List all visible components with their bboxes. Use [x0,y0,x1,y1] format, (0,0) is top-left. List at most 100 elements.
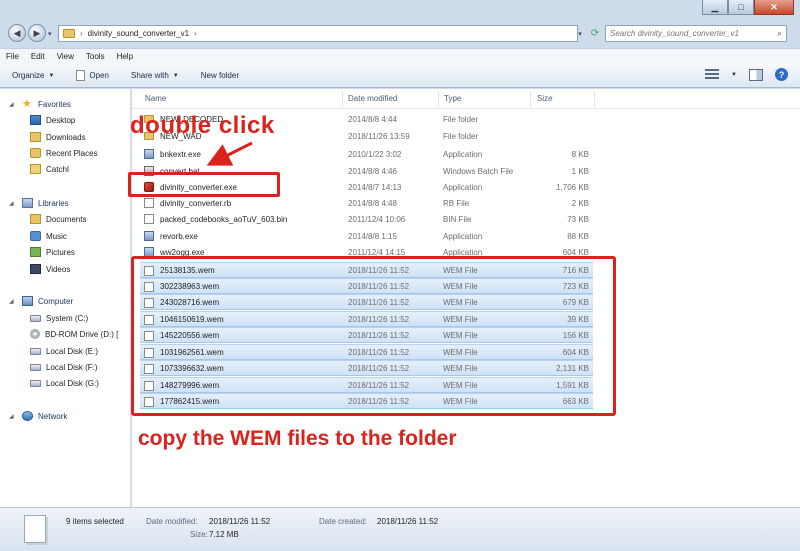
new-folder-button[interactable]: New folder [201,71,239,80]
date-modified-value: 2018/11/26 11:52 [209,517,271,526]
menu-edit[interactable]: Edit [31,52,45,61]
nav-label: Local Disk (E:) [46,346,99,356]
expand-arrow-icon[interactable]: ◢ [9,413,14,420]
nav-network[interactable]: Network [22,409,67,423]
nav-downloads[interactable]: Downloads [30,130,86,144]
libraries-icon [22,198,33,208]
breadcrumb-chevron-icon[interactable]: › [80,29,83,38]
videos-icon [30,264,41,274]
menu-tools[interactable]: Tools [86,52,105,61]
address-bar: ◀ ▶ ▾ › divinity_sound_converter_v1 › ▾ … [0,22,800,44]
file-date: 2014/8/8 4:44 [348,114,397,124]
file-row[interactable]: revorb.exe 2014/8/8 1:15 Application 88 … [140,228,593,244]
file-type: Application [443,182,483,192]
breadcrumb-chevron-icon[interactable]: › [194,29,197,38]
nav-local-f[interactable]: Local Disk (F:) [30,360,98,374]
nav-label: Local Disk (G:) [46,378,99,388]
file-size: 88 KB [567,231,589,241]
maximize-button[interactable]: □ [728,0,754,15]
menu-bar: File Edit View Tools Help [0,48,800,64]
forward-button[interactable]: ▶ [28,24,46,42]
nav-label: BD-ROM Drive (D:) [ [45,329,119,339]
nav-label: Downloads [46,132,86,142]
size-label: Size: [190,530,208,539]
nav-local-g[interactable]: Local Disk (G:) [30,376,99,390]
minimize-button[interactable]: ▁ [702,0,728,15]
expand-arrow-icon[interactable]: ◢ [9,101,14,108]
column-size[interactable]: Size [537,94,553,103]
view-dropdown-icon[interactable]: ▼ [731,72,737,78]
nav-bd-rom-d[interactable]: BD-ROM Drive (D:) [ [30,327,118,341]
nav-computer[interactable]: Computer [22,294,73,308]
menu-file[interactable]: File [6,52,19,61]
file-size: 73 KB [567,214,589,224]
date-created-value: 2018/11/26 11:52 [377,517,439,526]
refresh-icon[interactable]: ⟳ [588,26,602,41]
navigation-pane: ◢ ★ Favorites Desktop Downloads Recent P… [0,89,131,507]
menu-help[interactable]: Help [117,52,133,61]
details-pane: 9 items selected Date modified: 2018/11/… [0,507,800,551]
change-view-icon[interactable] [705,68,720,81]
document-icon [144,198,154,208]
nav-desktop[interactable]: Desktop [30,113,75,127]
file-date: 2014/8/8 4:48 [348,198,397,208]
column-headers: Name Date modified Type Size [132,89,800,109]
breadcrumb-current[interactable]: divinity_sound_converter_v1 [88,29,189,38]
nav-documents[interactable]: Documents [30,212,86,226]
nav-recent-places[interactable]: Recent Places [30,146,98,160]
file-row[interactable]: bnkextr.exe 2010/1/22 3:02 Application 8… [140,146,593,162]
expand-arrow-icon[interactable]: ◢ [9,200,14,207]
caption-buttons: ▁ □ ✕ [702,0,794,16]
nav-local-e[interactable]: Local Disk (E:) [30,344,98,358]
column-date-modified[interactable]: Date modified [348,94,397,103]
open-label: Open [89,71,109,80]
column-divider[interactable] [594,91,595,107]
column-name[interactable]: Name [145,94,166,103]
converter-highlight-box [128,172,280,197]
search-input[interactable] [610,29,770,38]
nav-music[interactable]: Music [30,229,67,243]
nav-label: Music [46,231,67,241]
nav-videos[interactable]: Videos [30,262,70,276]
close-button[interactable]: ✕ [754,0,794,15]
nav-label: Local Disk (F:) [46,362,98,372]
preview-pane-icon[interactable] [749,68,763,81]
music-icon [30,231,41,241]
forward-arrow-icon: ▶ [33,27,41,38]
column-type[interactable]: Type [444,94,461,103]
nav-favorites[interactable]: ★ Favorites [22,97,71,111]
organize-label: Organize [12,71,45,80]
nav-user-folder[interactable]: CatchI [30,162,69,176]
nav-libraries[interactable]: Libraries [22,196,69,210]
recent-pages-dropdown[interactable]: ▾ [48,30,52,38]
column-divider[interactable] [438,91,439,107]
file-date: 2011/12/4 10:06 [348,214,406,224]
nav-pictures[interactable]: Pictures [30,245,75,259]
column-divider[interactable] [530,91,531,107]
file-row[interactable]: divinity_converter.rb 2014/8/8 4:48 RB F… [140,195,593,211]
address-field[interactable]: › divinity_sound_converter_v1 › [58,25,578,42]
drive-icon [30,347,41,355]
file-row[interactable]: packed_codebooks_aoTuV_603.bin 2011/12/4… [140,211,593,227]
organize-button[interactable]: Organize ▼ [12,71,54,80]
back-button[interactable]: ◀ [8,24,26,42]
search-box[interactable]: ⌕ [605,25,787,42]
date-modified-label: Date modified: [146,517,198,526]
address-dropdown[interactable]: ▾ [574,26,586,41]
chevron-down-icon: ▼ [172,72,179,79]
file-date: 2014/8/8 4:46 [348,166,397,176]
drive-icon [30,314,41,322]
downloads-icon [30,132,41,142]
column-divider[interactable] [342,91,343,107]
search-icon[interactable]: ⌕ [777,28,782,39]
open-button[interactable]: Open [76,70,109,81]
menu-view[interactable]: View [57,52,74,61]
help-icon[interactable]: ? [775,68,788,81]
file-type: File folder [443,114,479,124]
share-with-button[interactable]: Share with ▼ [131,71,179,80]
file-name: bnkextr.exe [160,149,201,159]
expand-arrow-icon[interactable]: ◢ [9,298,14,305]
nav-system-c[interactable]: System (C:) [30,311,88,325]
date-created-label: Date created: [319,517,368,526]
file-type: BIN File [443,214,472,224]
